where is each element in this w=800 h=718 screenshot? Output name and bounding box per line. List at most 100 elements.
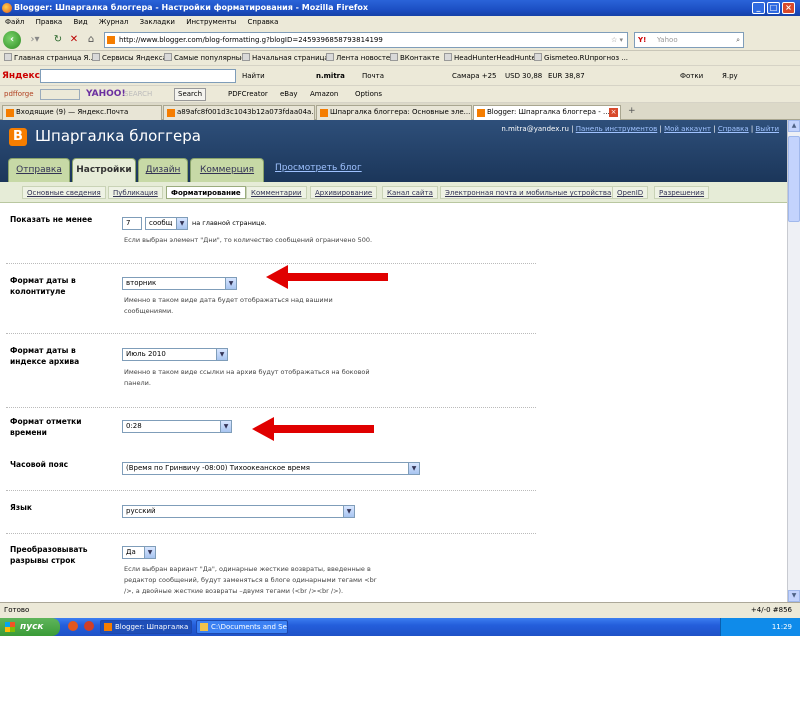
- menu-file[interactable]: Файл: [5, 18, 24, 26]
- window-title: Blogger: Шпаргалка блоггера - Настройки …: [14, 3, 369, 12]
- options-button[interactable]: Options: [355, 86, 382, 103]
- browser-tab[interactable]: a89afc8f001d3c1043b12a073fdaa04a...: [163, 105, 315, 120]
- annotation-arrow: [252, 417, 374, 441]
- settings-sub-tabs: Основные сведения Публикация Форматирова…: [0, 182, 787, 203]
- menu-edit[interactable]: Правка: [36, 18, 63, 26]
- mail-icon: [6, 109, 14, 117]
- subtab-email-mobile[interactable]: Электронная почта и мобильные устройства: [440, 186, 617, 199]
- search-input[interactable]: Y! Yahoo ⌕: [634, 32, 744, 48]
- yandex-user[interactable]: n.mitra: [316, 66, 345, 86]
- start-button[interactable]: пуск: [0, 618, 60, 636]
- linebreak-select[interactable]: Да ▼: [122, 546, 156, 559]
- status-right: +4/-0 #856: [750, 606, 792, 614]
- ebay-button[interactable]: eBay: [280, 86, 298, 103]
- divider: [6, 333, 536, 334]
- yahoo-logo: YAHOO!: [86, 89, 126, 99]
- vertical-scrollbar[interactable]: ▲ ▼: [787, 120, 800, 602]
- firefox-quicklaunch-icon[interactable]: [68, 621, 78, 631]
- bookmark-item[interactable]: HeadHunterHeadHunter: [444, 51, 539, 66]
- subtab-comments[interactable]: Комментарии: [246, 186, 307, 199]
- menu-help[interactable]: Справка: [248, 18, 279, 26]
- status-bar: Готово +4/-0 #856: [0, 602, 800, 618]
- taskbar-task[interactable]: C:\Documents and Se...: [196, 620, 288, 634]
- menu-history[interactable]: Журнал: [99, 18, 128, 26]
- bookmark-item[interactable]: Самые популярные: [164, 51, 246, 66]
- subtab-basic[interactable]: Основные сведения: [22, 186, 106, 199]
- tab-monetize[interactable]: Коммерция: [190, 158, 264, 182]
- scroll-down-icon[interactable]: ▼: [788, 590, 800, 602]
- search-go-icon[interactable]: ⌕: [736, 33, 740, 47]
- reload-icon[interactable]: ↻: [52, 32, 64, 48]
- back-button[interactable]: ‹: [3, 31, 21, 49]
- close-tab-icon[interactable]: ×: [609, 108, 618, 117]
- pdfcreator-button[interactable]: PDFCreator: [228, 86, 268, 103]
- subtab-permissions[interactable]: Разрешения: [654, 186, 710, 199]
- menu-view[interactable]: Вид: [73, 18, 87, 26]
- stop-icon[interactable]: ✕: [68, 32, 80, 48]
- browser-tab[interactable]: Шпаргалка блоггера: Основные эле...: [316, 105, 472, 120]
- taskbar-task[interactable]: Blogger: Шпаргалка ...: [100, 620, 192, 634]
- date-header-select[interactable]: вторник ▼: [122, 277, 237, 290]
- show-unit-select[interactable]: сообщ ▼: [145, 217, 188, 230]
- amazon-button[interactable]: Amazon: [310, 86, 338, 103]
- subtab-formatting[interactable]: Форматирование: [166, 186, 246, 199]
- weather-widget[interactable]: Самара +25: [452, 66, 496, 86]
- tab-design[interactable]: Дизайн: [138, 158, 188, 182]
- blogger-favicon: [107, 36, 115, 44]
- subtab-site-feed[interactable]: Канал сайта: [382, 186, 438, 199]
- subtab-archiving[interactable]: Архивирование: [310, 186, 378, 199]
- opera-quicklaunch-icon[interactable]: [84, 621, 94, 631]
- yahoo-search-icon: Y!: [638, 36, 647, 44]
- blogger-favicon: [320, 109, 328, 117]
- menu-tools[interactable]: Инструменты: [186, 18, 236, 26]
- bookmark-item[interactable]: Лента новостей: [326, 51, 395, 66]
- tab-posting[interactable]: Отправка: [8, 158, 70, 182]
- help-link[interactable]: Справка: [718, 125, 749, 133]
- subtab-openid[interactable]: OpenID: [612, 186, 649, 199]
- scroll-thumb[interactable]: [788, 136, 800, 222]
- folder-icon: [200, 623, 208, 631]
- yaru-button[interactable]: Я.ру: [722, 66, 738, 86]
- photos-button[interactable]: Фотки: [680, 66, 703, 86]
- show-count-input[interactable]: 7: [122, 217, 142, 230]
- yandex-find-button[interactable]: Найти: [242, 66, 265, 86]
- timezone-select[interactable]: (Время по Гринвичу -08:00) Тихоокеанское…: [122, 462, 420, 475]
- linebreak-label: Преобразовывать разрывы строк: [10, 545, 88, 565]
- subtab-publishing[interactable]: Публикация: [108, 186, 163, 199]
- browser-tab[interactable]: Входящие (9) — Яндекс.Почта: [2, 105, 162, 120]
- home-icon[interactable]: ⌂: [84, 32, 98, 48]
- language-label: Язык: [10, 503, 33, 512]
- bookmark-item[interactable]: Главная страница Я...: [4, 51, 95, 66]
- scroll-up-icon[interactable]: ▲: [788, 120, 800, 132]
- blog-title: Шпаргалка блоггера: [35, 127, 201, 145]
- archive-date-select[interactable]: Июль 2010 ▼: [122, 348, 228, 361]
- bookmark-item[interactable]: Gismeteo.RUпрогноз ...: [534, 51, 628, 66]
- yandex-mail-button[interactable]: Почта: [362, 66, 384, 86]
- menu-bookmarks[interactable]: Закладки: [140, 18, 175, 26]
- timestamp-select[interactable]: 0:28 ▼: [122, 420, 232, 433]
- dashboard-link[interactable]: Панель инструментов: [576, 125, 658, 133]
- browser-tab-active[interactable]: Blogger: Шпаргалка блоггера - ... ×: [473, 105, 621, 120]
- chevron-down-icon: ▼: [144, 547, 155, 558]
- tab-settings[interactable]: Настройки: [72, 158, 136, 183]
- url-bar[interactable]: http://www.blogger.com/blog-formatting.g…: [104, 32, 628, 48]
- page-icon: [4, 53, 12, 61]
- sign-out-link[interactable]: Выйти: [755, 125, 779, 133]
- yandex-search-input[interactable]: [40, 69, 236, 83]
- language-select[interactable]: русский ▼: [122, 505, 355, 518]
- account-nav: n.mitra@yandex.ru | Панель инструментов …: [501, 125, 779, 133]
- yahoo-search-button[interactable]: Search: [174, 88, 207, 101]
- maximize-button[interactable]: □: [767, 2, 780, 14]
- forward-button[interactable]: ›▾: [24, 32, 46, 48]
- close-button[interactable]: ×: [782, 2, 795, 14]
- minimize-button[interactable]: _: [752, 2, 765, 14]
- bookmark-item[interactable]: Начальная страница: [242, 51, 329, 66]
- my-account-link[interactable]: Мой аккаунт: [664, 125, 711, 133]
- bookmark-item[interactable]: ВКонтакте: [390, 51, 440, 66]
- bookmark-item[interactable]: Сервисы Яндекса: [92, 51, 167, 66]
- new-tab-button[interactable]: +: [628, 106, 636, 116]
- view-blog-link[interactable]: Просмотреть блог: [275, 163, 362, 173]
- bookmark-star-icon[interactable]: ☆ ▾: [611, 33, 623, 47]
- chevron-down-icon: ▼: [343, 506, 354, 517]
- status-text: Готово: [4, 606, 30, 614]
